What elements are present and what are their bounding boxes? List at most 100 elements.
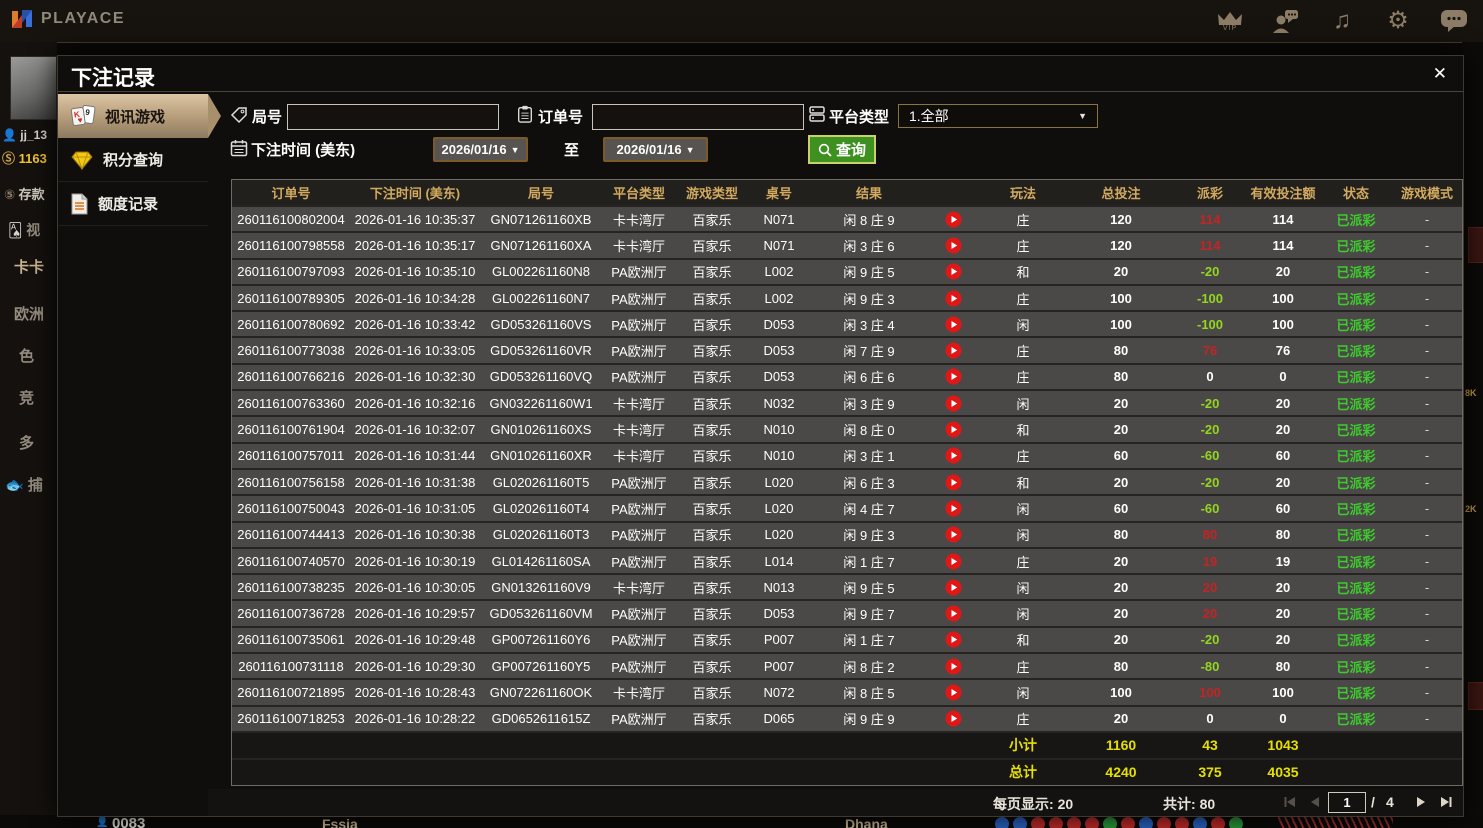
replay-play-button[interactable] — [928, 631, 978, 648]
bg-nav-item[interactable]: 竞 — [19, 387, 34, 408]
cell-valid-bet: 20 — [1275, 606, 1291, 622]
person-icon: 👤 — [96, 817, 109, 828]
replay-play-button[interactable] — [928, 474, 978, 491]
last-page-button[interactable] — [1436, 793, 1456, 811]
subtotal-payout: 43 — [1202, 737, 1218, 754]
replay-play-button[interactable] — [928, 710, 978, 727]
col-header: 结果 — [855, 186, 882, 201]
table-row: 260116100721895 2026-01-16 10:28:43 GN07… — [232, 678, 1462, 705]
table-row: 260116100735061 2026-01-16 10:29:48 GP00… — [232, 625, 1462, 653]
replay-play-button[interactable] — [928, 526, 978, 543]
round-id-input[interactable] — [287, 104, 499, 130]
cell-bet-side: 庄 — [1016, 291, 1030, 307]
col-header: 游戏类型 — [685, 186, 738, 201]
play-icon — [945, 631, 961, 648]
cell-platform: 卡卡湾厅 — [612, 423, 665, 439]
cell-payout: 19 — [1202, 553, 1218, 569]
cell-platform: PA欧洲厅 — [611, 528, 667, 544]
date-from-picker[interactable]: 2026/01/16 ▼ — [433, 137, 528, 162]
replay-play-button[interactable] — [928, 368, 978, 385]
tab-points-query[interactable]: 积分查询 — [58, 138, 208, 182]
replay-play-button[interactable] — [928, 658, 978, 675]
cell-status: 已派彩 — [1336, 344, 1376, 360]
cell-game-type: 百家乐 — [692, 238, 732, 254]
cell-bet-side: 和 — [1016, 423, 1030, 439]
first-page-button[interactable] — [1280, 793, 1300, 811]
road-dot — [1103, 817, 1117, 828]
bg-nav-item[interactable]: 多 — [19, 432, 34, 453]
col-header: 总投注 — [1101, 186, 1141, 201]
cell-valid-bet: 114 — [1272, 211, 1294, 227]
cell-order-id: 260116100789305 — [237, 290, 345, 306]
prev-page-button[interactable] — [1305, 793, 1325, 811]
table-row: 260116100757011 2026-01-16 10:31:44 GN01… — [232, 441, 1462, 468]
playace-logo: PLAYACE — [10, 7, 125, 31]
replay-play-button[interactable] — [928, 684, 978, 701]
cell-round-id: GP007261160Y5 — [491, 658, 591, 674]
tab-credit-records[interactable]: 额度记录 — [58, 182, 208, 226]
page-input[interactable] — [1328, 792, 1366, 813]
close-icon[interactable]: ✕ — [1433, 64, 1447, 84]
bet-records-table: 订单号 下注时间 (美东) 局号 平台类型 游戏类型 桌号 结果 玩法 总投注 … — [231, 179, 1463, 786]
replay-play-button[interactable] — [928, 263, 978, 280]
replay-play-button[interactable] — [928, 290, 978, 307]
deposit-button[interactable]: ⑤ 存款 — [4, 184, 45, 203]
play-icon — [945, 342, 961, 359]
cell-status: 已派彩 — [1336, 475, 1376, 491]
avatar[interactable] — [10, 56, 57, 120]
cell-table-no: D053 — [763, 316, 795, 332]
cell-game-mode: - — [1424, 211, 1430, 227]
title-divider — [58, 91, 1463, 92]
cell-bet-side: 闲 — [1016, 580, 1030, 596]
music-icon[interactable]: ♫ — [1325, 4, 1359, 38]
order-id-input[interactable] — [592, 104, 804, 130]
vip-crown-icon[interactable]: VIP — [1213, 4, 1247, 38]
col-header: 玩法 — [1009, 186, 1036, 201]
bg-nav-item[interactable]: 色 — [19, 345, 34, 366]
bg-nav-video[interactable]: 🂡 视 — [8, 220, 40, 240]
cell-game-mode: - — [1424, 316, 1430, 332]
cell-payout: 114 — [1199, 237, 1221, 253]
replay-play-button[interactable] — [928, 579, 978, 596]
next-page-button[interactable] — [1411, 793, 1431, 811]
cell-bet-time: 2026-01-16 10:32:07 — [354, 422, 476, 438]
table-row: 260116100736728 2026-01-16 10:29:57 GD05… — [232, 599, 1462, 626]
replay-play-button[interactable] — [928, 553, 978, 570]
replay-play-button[interactable] — [928, 316, 978, 333]
replay-play-button[interactable] — [928, 237, 978, 254]
table-row: 260116100797093 2026-01-16 10:35:10 GL00… — [232, 257, 1462, 284]
replay-play-button[interactable] — [928, 211, 978, 228]
cell-result: 闲 3 庄 6 — [843, 238, 895, 254]
cell-status: 已派彩 — [1336, 633, 1376, 649]
date-to-picker[interactable]: 2026/01/16 ▼ — [603, 137, 708, 162]
cell-table-no: L020 — [764, 500, 794, 516]
cell-result: 闲 9 庄 3 — [843, 291, 895, 307]
replay-play-button[interactable] — [928, 500, 978, 517]
customer-service-icon[interactable] — [1269, 4, 1303, 38]
cell-bet-side: 庄 — [1016, 370, 1030, 386]
replay-play-button[interactable] — [928, 605, 978, 622]
bg-nav-item[interactable]: 卡卡 — [14, 256, 44, 277]
chevron-down-icon: ▼ — [1078, 111, 1087, 121]
table-header-row: 订单号 下注时间 (美东) 局号 平台类型 游戏类型 桌号 结果 玩法 总投注 … — [232, 180, 1462, 205]
cell-bet-time: 2026-01-16 10:33:42 — [354, 316, 476, 332]
cell-valid-bet: 114 — [1272, 237, 1294, 253]
search-button[interactable]: 查询 — [808, 135, 877, 164]
replay-play-button[interactable] — [928, 342, 978, 359]
play-icon — [945, 263, 961, 280]
table-row: 260116100789305 2026-01-16 10:34:28 GL00… — [232, 283, 1462, 311]
chat-icon[interactable] — [1437, 4, 1471, 38]
search-icon — [818, 143, 832, 157]
replay-play-button[interactable] — [928, 421, 978, 438]
tab-video-games[interactable]: 9 K ♥ 视讯游戏 — [58, 94, 221, 138]
replay-play-button[interactable] — [928, 395, 978, 412]
platform-type-select[interactable]: 1.全部 ▼ — [898, 104, 1098, 128]
replay-play-button[interactable] — [928, 447, 978, 464]
bg-nav-fishing[interactable]: 🐟 捕 — [5, 474, 43, 495]
road-dot — [1193, 817, 1207, 828]
cell-total-bet: 80 — [1113, 527, 1129, 543]
settings-gear-icon[interactable]: ⚙ — [1381, 4, 1415, 38]
bg-nav-item[interactable]: 欧洲 — [14, 303, 44, 324]
cell-platform: 卡卡湾厅 — [612, 580, 665, 596]
calendar-icon — [230, 140, 248, 157]
